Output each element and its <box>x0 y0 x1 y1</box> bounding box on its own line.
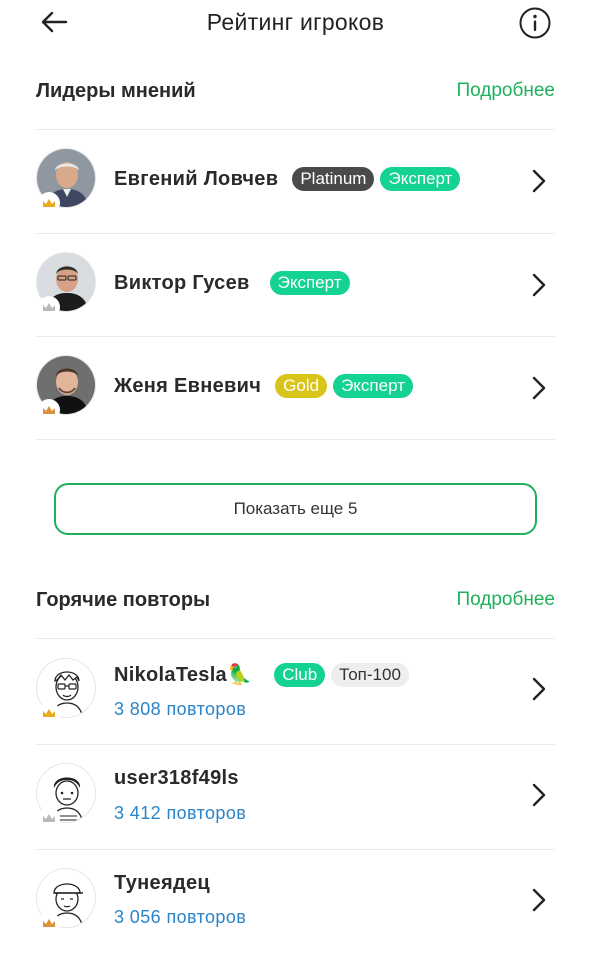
expert-badge: Эксперт <box>333 374 413 398</box>
expert-badge: Эксперт <box>380 167 461 191</box>
chevron-right-icon <box>532 273 546 297</box>
avatar <box>36 763 96 829</box>
leader-row[interactable]: Виктор Гусев Эксперт <box>36 234 555 337</box>
show-more-button[interactable]: Показать еще 5 <box>54 483 537 535</box>
section-title: Лидеры мнений <box>36 79 196 102</box>
page-title: Рейтинг игроков <box>206 9 385 35</box>
repeats-count: 3 808 повторов <box>114 699 247 719</box>
player-name: user318f49ls <box>114 767 239 789</box>
chevron-right-icon <box>532 783 546 807</box>
leader-name-line: Евгений Ловчев Platinum Эксперт <box>114 167 461 191</box>
chevron-right-icon <box>532 677 546 701</box>
leader-name: Женя Евневич <box>114 374 262 397</box>
avatar <box>36 148 96 214</box>
info-icon <box>519 7 551 39</box>
crown-icon <box>38 192 60 214</box>
expert-badge: Эксперт <box>269 271 350 295</box>
repeats-count: 3 412 повторов <box>114 803 247 823</box>
platinum-badge: Platinum <box>292 167 375 191</box>
leaders-section-header: Лидеры мнений Подробнее <box>36 76 555 106</box>
top-bar: Рейтинг игроков <box>0 0 591 44</box>
gold-badge: Gold <box>275 374 328 398</box>
leader-name-line: Женя Евневич Gold Эксперт <box>114 374 413 398</box>
player-row[interactable]: NikolaTesla🦜 Club Топ-100 3 808 повторов <box>36 639 555 744</box>
crown-icon <box>38 702 60 724</box>
repeats-count: 3 056 повторов <box>114 907 247 927</box>
player-row[interactable]: Тунеядец 3 056 повторов <box>36 850 555 954</box>
section-title: Горячие повторы <box>36 588 211 611</box>
club-badge: Club <box>274 662 326 687</box>
crown-icon <box>38 912 60 934</box>
leader-name: Виктор Гусев <box>114 271 250 294</box>
hot-section-header: Горячие повторы Подробнее <box>36 585 555 615</box>
crown-icon <box>38 296 60 318</box>
player-name-line: NikolaTesla🦜 Club Топ-100 <box>114 662 409 687</box>
avatar <box>36 252 96 318</box>
avatar <box>36 658 96 724</box>
player-row[interactable]: user318f49ls 3 412 повторов <box>36 745 555 849</box>
player-name: Тунеядец <box>114 872 210 894</box>
info-button[interactable] <box>518 6 552 40</box>
chevron-right-icon <box>532 888 546 912</box>
leader-name-line: Виктор Гусев Эксперт <box>114 271 350 295</box>
hot-more-link[interactable]: Подробнее <box>456 589 555 611</box>
chevron-right-icon <box>532 169 546 193</box>
leader-row[interactable]: Евгений Ловчев Platinum Эксперт <box>36 130 555 233</box>
chevron-right-icon <box>532 376 546 400</box>
leader-row[interactable]: Женя Евневич Gold Эксперт <box>36 337 555 440</box>
leaders-more-link[interactable]: Подробнее <box>456 80 555 102</box>
player-name-line: user318f49ls <box>114 767 239 790</box>
player-name-line: Тунеядец <box>114 872 210 895</box>
avatar <box>36 868 96 934</box>
divider <box>36 439 555 440</box>
avatar <box>36 355 96 421</box>
player-name: NikolaTesla🦜 <box>114 664 253 686</box>
crown-icon <box>38 399 60 421</box>
leader-name: Евгений Ловчев <box>114 167 279 190</box>
crown-icon <box>38 807 60 829</box>
top-100-badge: Топ-100 <box>331 662 409 687</box>
